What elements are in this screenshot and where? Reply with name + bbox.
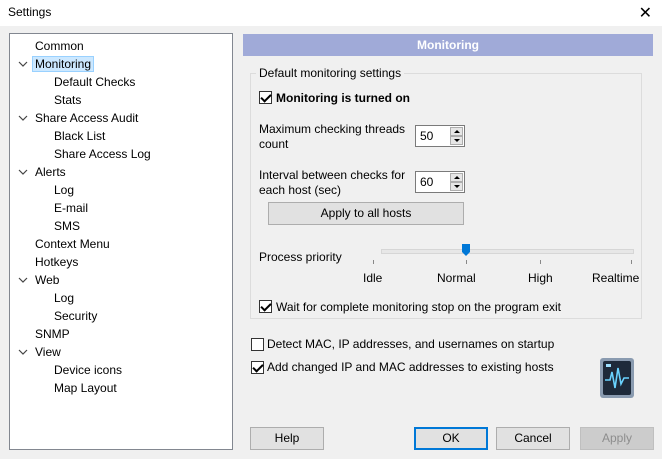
tree-item-alerts[interactable]: Alerts [35, 163, 66, 181]
tree-item-web[interactable]: Web [35, 271, 59, 289]
tree-item-label: Stats [54, 93, 82, 107]
tree-item-label: SMS [54, 219, 81, 233]
stepper-down-icon[interactable] [450, 136, 463, 145]
max-threads-label-2: count [259, 137, 289, 151]
tree-item-label: E-mail [54, 201, 89, 215]
group-label: Default monitoring settings [256, 66, 405, 80]
tree-item-label: Log [54, 183, 75, 197]
tree-item-common[interactable]: Common [35, 37, 84, 55]
stepper-down-icon[interactable] [450, 182, 463, 191]
settings-tree[interactable]: Common Monitoring Default Checks Stats S… [9, 33, 233, 450]
priority-idle: Idle [363, 271, 383, 285]
tree-item-email[interactable]: E-mail [54, 199, 88, 217]
wait-stop-checkbox[interactable] [259, 300, 272, 313]
tree-item-hotkeys[interactable]: Hotkeys [35, 253, 78, 271]
max-threads-stepper[interactable]: 50 [415, 125, 465, 147]
tree-item-label: Common [35, 39, 84, 53]
tree-item-label: Share Access Log [54, 147, 151, 161]
ok-button[interactable]: OK [414, 427, 488, 450]
tree-item-context-menu[interactable]: Context Menu [35, 235, 110, 253]
tree-item-label: Log [54, 291, 75, 305]
tree-item-label: Black List [54, 129, 106, 143]
interval-stepper[interactable]: 60 [415, 171, 465, 193]
add-changed-checkbox[interactable] [251, 361, 264, 374]
slider-tick [631, 260, 632, 264]
process-priority-label: Process priority [259, 250, 342, 264]
window-title: Settings [8, 5, 52, 19]
tree-item-web-log[interactable]: Log [54, 289, 74, 307]
cancel-button[interactable]: Cancel [496, 427, 570, 450]
tree-item-label: Hotkeys [35, 255, 79, 269]
priority-slider-track[interactable] [381, 249, 634, 254]
monitoring-on-checkbox[interactable] [259, 91, 272, 104]
stepper-up-icon[interactable] [450, 127, 463, 136]
apply-button[interactable]: Apply [580, 427, 654, 450]
tree-item-label: Security [54, 309, 98, 323]
tree-item-device-icons[interactable]: Device icons [54, 361, 122, 379]
tree-item-alerts-log[interactable]: Log [54, 181, 74, 199]
tree-item-map-layout[interactable]: Map Layout [54, 379, 117, 397]
slider-tick [373, 260, 374, 264]
app-logo-icon [600, 358, 634, 398]
interval-value: 60 [420, 175, 434, 189]
chevron-down-icon[interactable] [18, 167, 28, 177]
priority-normal: Normal [437, 271, 476, 285]
tree-item-view[interactable]: View [35, 343, 61, 361]
stepper-up-icon[interactable] [450, 173, 463, 182]
max-threads-label-1: Maximum checking threads [259, 122, 406, 136]
tree-item-security[interactable]: Security [54, 307, 97, 325]
tree-item-label: Alerts [35, 165, 66, 179]
apply-to-all-hosts-button[interactable]: Apply to all hosts [268, 202, 464, 225]
tree-item-label: Web [35, 273, 60, 287]
detect-mac-checkbox[interactable] [251, 338, 264, 351]
tree-item-share-access-log[interactable]: Share Access Log [54, 145, 151, 163]
tree-item-label: Map Layout [54, 381, 117, 395]
wait-stop-label: Wait for complete monitoring stop on the… [276, 300, 562, 314]
max-threads-value: 50 [420, 129, 434, 143]
tree-item-monitoring[interactable]: Monitoring [32, 55, 95, 73]
tree-item-share-access-audit[interactable]: Share Access Audit [35, 109, 138, 127]
chevron-down-icon[interactable] [18, 275, 28, 285]
tree-item-label: Monitoring [32, 56, 95, 72]
tree-item-label: View [35, 345, 61, 359]
tree-item-sms[interactable]: SMS [54, 217, 80, 235]
priority-slider-thumb[interactable] [462, 244, 470, 256]
tree-item-label: SNMP [35, 327, 70, 341]
chevron-down-icon[interactable] [18, 347, 28, 357]
monitoring-on-label: Monitoring is turned on [276, 91, 410, 105]
close-icon[interactable]: ✕ [639, 3, 652, 23]
slider-tick [540, 260, 541, 264]
tree-item-stats[interactable]: Stats [54, 91, 81, 109]
tree-item-default-checks[interactable]: Default Checks [54, 73, 135, 91]
priority-realtime: Realtime [592, 271, 640, 285]
slider-tick [466, 260, 467, 264]
tree-item-black-list[interactable]: Black List [54, 127, 105, 145]
tree-item-label: Device icons [54, 363, 123, 377]
interval-label-1: Interval between checks for [259, 168, 406, 182]
tree-item-label: Share Access Audit [35, 111, 139, 125]
chevron-down-icon[interactable] [18, 113, 28, 123]
title-bar: Settings ✕ [0, 0, 662, 26]
interval-label-2: each host (sec) [259, 183, 342, 197]
tree-item-label: Context Menu [35, 237, 110, 251]
detect-mac-label: Detect MAC, IP addresses, and usernames … [267, 337, 555, 351]
priority-high: High [528, 271, 553, 285]
panel-header: Monitoring [243, 34, 653, 56]
add-changed-label: Add changed IP and MAC addresses to exis… [267, 360, 554, 374]
chevron-down-icon[interactable] [18, 59, 28, 69]
help-button[interactable]: Help [250, 427, 324, 450]
tree-item-label: Default Checks [54, 75, 136, 89]
tree-item-snmp[interactable]: SNMP [35, 325, 70, 343]
